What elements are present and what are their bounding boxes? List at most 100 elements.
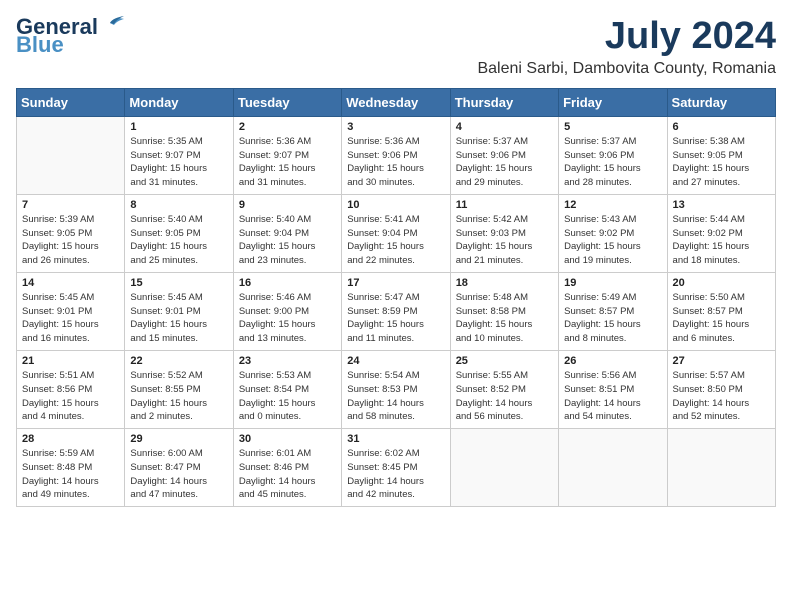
day-number: 13 bbox=[673, 199, 770, 211]
day-info: Sunrise: 5:41 AM Sunset: 9:04 PM Dayligh… bbox=[347, 213, 444, 268]
day-number: 30 bbox=[239, 433, 336, 445]
day-info: Sunrise: 5:59 AM Sunset: 8:48 PM Dayligh… bbox=[22, 447, 119, 502]
calendar-cell: 2 Sunrise: 5:36 AM Sunset: 9:07 PM Daylig… bbox=[233, 116, 341, 194]
logo: General Blue bbox=[16, 16, 126, 56]
day-number: 17 bbox=[347, 277, 444, 289]
calendar-cell: 29 Sunrise: 6:00 AM Sunset: 8:47 PM Dayli… bbox=[125, 429, 233, 507]
day-info: Sunrise: 5:45 AM Sunset: 9:01 PM Dayligh… bbox=[130, 291, 227, 346]
weekday-header-monday: Monday bbox=[125, 88, 233, 116]
calendar-cell: 7Sunrise: 5:39 AM Sunset: 9:05 PM Daylig… bbox=[17, 194, 125, 272]
calendar-cell: 4 Sunrise: 5:37 AM Sunset: 9:06 PM Daylig… bbox=[450, 116, 558, 194]
day-number: 22 bbox=[130, 355, 227, 367]
day-info: Sunrise: 6:01 AM Sunset: 8:46 PM Dayligh… bbox=[239, 447, 336, 502]
day-info: Sunrise: 5:55 AM Sunset: 8:52 PM Dayligh… bbox=[456, 369, 553, 424]
day-number: 14 bbox=[22, 277, 119, 289]
calendar-cell: 13 Sunrise: 5:44 AM Sunset: 9:02 PM Dayli… bbox=[667, 194, 775, 272]
weekday-header-saturday: Saturday bbox=[667, 88, 775, 116]
day-info: Sunrise: 5:57 AM Sunset: 8:50 PM Dayligh… bbox=[673, 369, 770, 424]
day-number: 20 bbox=[673, 277, 770, 289]
calendar-cell: 15 Sunrise: 5:45 AM Sunset: 9:01 PM Dayli… bbox=[125, 272, 233, 350]
day-number: 3 bbox=[347, 121, 444, 133]
weekday-header-sunday: Sunday bbox=[17, 88, 125, 116]
day-info: Sunrise: 5:53 AM Sunset: 8:54 PM Dayligh… bbox=[239, 369, 336, 424]
calendar-cell: 30 Sunrise: 6:01 AM Sunset: 8:46 PM Dayli… bbox=[233, 429, 341, 507]
calendar-cell: 19 Sunrise: 5:49 AM Sunset: 8:57 PM Dayli… bbox=[559, 272, 667, 350]
calendar-cell bbox=[17, 116, 125, 194]
calendar-cell: 10 Sunrise: 5:41 AM Sunset: 9:04 PM Dayli… bbox=[342, 194, 450, 272]
day-number: 11 bbox=[456, 199, 553, 211]
calendar-week-row: 14 Sunrise: 5:45 AM Sunset: 9:01 PM Dayli… bbox=[17, 272, 776, 350]
day-number: 18 bbox=[456, 277, 553, 289]
day-number: 1 bbox=[130, 121, 227, 133]
day-info: Sunrise: 5:48 AM Sunset: 8:58 PM Dayligh… bbox=[456, 291, 553, 346]
day-number: 28 bbox=[22, 433, 119, 445]
calendar-cell: 17 Sunrise: 5:47 AM Sunset: 8:59 PM Dayli… bbox=[342, 272, 450, 350]
day-info: Sunrise: 5:36 AM Sunset: 9:07 PM Dayligh… bbox=[239, 135, 336, 190]
calendar-header-row: SundayMondayTuesdayWednesdayThursdayFrid… bbox=[17, 88, 776, 116]
day-info: Sunrise: 5:43 AM Sunset: 9:02 PM Dayligh… bbox=[564, 213, 661, 268]
day-number: 8 bbox=[130, 199, 227, 211]
weekday-header-wednesday: Wednesday bbox=[342, 88, 450, 116]
day-info: Sunrise: 5:46 AM Sunset: 9:00 PM Dayligh… bbox=[239, 291, 336, 346]
calendar-cell: 27Sunrise: 5:57 AM Sunset: 8:50 PM Dayli… bbox=[667, 350, 775, 428]
day-info: Sunrise: 5:44 AM Sunset: 9:02 PM Dayligh… bbox=[673, 213, 770, 268]
calendar-cell: 8 Sunrise: 5:40 AM Sunset: 9:05 PM Daylig… bbox=[125, 194, 233, 272]
day-info: Sunrise: 5:49 AM Sunset: 8:57 PM Dayligh… bbox=[564, 291, 661, 346]
day-info: Sunrise: 5:45 AM Sunset: 9:01 PM Dayligh… bbox=[22, 291, 119, 346]
day-number: 5 bbox=[564, 121, 661, 133]
calendar-week-row: 1 Sunrise: 5:35 AM Sunset: 9:07 PM Daylig… bbox=[17, 116, 776, 194]
weekday-header-thursday: Thursday bbox=[450, 88, 558, 116]
day-info: Sunrise: 5:38 AM Sunset: 9:05 PM Dayligh… bbox=[673, 135, 770, 190]
day-info: Sunrise: 5:39 AM Sunset: 9:05 PM Dayligh… bbox=[22, 213, 119, 268]
day-number: 21 bbox=[22, 355, 119, 367]
day-number: 25 bbox=[456, 355, 553, 367]
day-info: Sunrise: 6:00 AM Sunset: 8:47 PM Dayligh… bbox=[130, 447, 227, 502]
day-number: 12 bbox=[564, 199, 661, 211]
calendar-cell: 26Sunrise: 5:56 AM Sunset: 8:51 PM Dayli… bbox=[559, 350, 667, 428]
calendar-cell bbox=[450, 429, 558, 507]
day-info: Sunrise: 5:35 AM Sunset: 9:07 PM Dayligh… bbox=[130, 135, 227, 190]
calendar-cell: 5 Sunrise: 5:37 AM Sunset: 9:06 PM Daylig… bbox=[559, 116, 667, 194]
day-info: Sunrise: 5:52 AM Sunset: 8:55 PM Dayligh… bbox=[130, 369, 227, 424]
day-info: Sunrise: 5:36 AM Sunset: 9:06 PM Dayligh… bbox=[347, 135, 444, 190]
calendar-cell: 6Sunrise: 5:38 AM Sunset: 9:05 PM Daylig… bbox=[667, 116, 775, 194]
day-number: 29 bbox=[130, 433, 227, 445]
calendar-cell: 16 Sunrise: 5:46 AM Sunset: 9:00 PM Dayli… bbox=[233, 272, 341, 350]
weekday-header-friday: Friday bbox=[559, 88, 667, 116]
day-info: Sunrise: 5:56 AM Sunset: 8:51 PM Dayligh… bbox=[564, 369, 661, 424]
day-number: 10 bbox=[347, 199, 444, 211]
calendar-cell: 20Sunrise: 5:50 AM Sunset: 8:57 PM Dayli… bbox=[667, 272, 775, 350]
calendar-cell: 11Sunrise: 5:42 AM Sunset: 9:03 PM Dayli… bbox=[450, 194, 558, 272]
location-subtitle: Baleni Sarbi, Dambovita County, Romania bbox=[477, 60, 776, 78]
day-number: 24 bbox=[347, 355, 444, 367]
day-info: Sunrise: 5:37 AM Sunset: 9:06 PM Dayligh… bbox=[456, 135, 553, 190]
page-header: General Blue July 2024 Baleni Sarbi, Dam… bbox=[16, 16, 776, 78]
calendar-cell: 1 Sunrise: 5:35 AM Sunset: 9:07 PM Daylig… bbox=[125, 116, 233, 194]
calendar-cell: 24 Sunrise: 5:54 AM Sunset: 8:53 PM Dayli… bbox=[342, 350, 450, 428]
calendar-week-row: 28 Sunrise: 5:59 AM Sunset: 8:48 PM Dayli… bbox=[17, 429, 776, 507]
calendar-week-row: 7Sunrise: 5:39 AM Sunset: 9:05 PM Daylig… bbox=[17, 194, 776, 272]
day-number: 4 bbox=[456, 121, 553, 133]
calendar-cell: 31Sunrise: 6:02 AM Sunset: 8:45 PM Dayli… bbox=[342, 429, 450, 507]
calendar-cell: 21Sunrise: 5:51 AM Sunset: 8:56 PM Dayli… bbox=[17, 350, 125, 428]
day-info: Sunrise: 5:47 AM Sunset: 8:59 PM Dayligh… bbox=[347, 291, 444, 346]
day-number: 19 bbox=[564, 277, 661, 289]
calendar-cell: 3 Sunrise: 5:36 AM Sunset: 9:06 PM Daylig… bbox=[342, 116, 450, 194]
calendar-cell: 22 Sunrise: 5:52 AM Sunset: 8:55 PM Dayli… bbox=[125, 350, 233, 428]
day-info: Sunrise: 5:54 AM Sunset: 8:53 PM Dayligh… bbox=[347, 369, 444, 424]
calendar-cell: 18 Sunrise: 5:48 AM Sunset: 8:58 PM Dayli… bbox=[450, 272, 558, 350]
month-year-title: July 2024 bbox=[477, 16, 776, 58]
calendar-table: SundayMondayTuesdayWednesdayThursdayFrid… bbox=[16, 88, 776, 507]
title-block: July 2024 Baleni Sarbi, Dambovita County… bbox=[477, 16, 776, 78]
day-number: 2 bbox=[239, 121, 336, 133]
calendar-cell: 12 Sunrise: 5:43 AM Sunset: 9:02 PM Dayli… bbox=[559, 194, 667, 272]
calendar-cell: 14 Sunrise: 5:45 AM Sunset: 9:01 PM Dayli… bbox=[17, 272, 125, 350]
day-info: Sunrise: 5:37 AM Sunset: 9:06 PM Dayligh… bbox=[564, 135, 661, 190]
weekday-header-tuesday: Tuesday bbox=[233, 88, 341, 116]
day-number: 15 bbox=[130, 277, 227, 289]
day-info: Sunrise: 5:40 AM Sunset: 9:04 PM Dayligh… bbox=[239, 213, 336, 268]
calendar-cell: 9Sunrise: 5:40 AM Sunset: 9:04 PM Daylig… bbox=[233, 194, 341, 272]
calendar-week-row: 21Sunrise: 5:51 AM Sunset: 8:56 PM Dayli… bbox=[17, 350, 776, 428]
day-info: Sunrise: 5:40 AM Sunset: 9:05 PM Dayligh… bbox=[130, 213, 227, 268]
day-number: 16 bbox=[239, 277, 336, 289]
